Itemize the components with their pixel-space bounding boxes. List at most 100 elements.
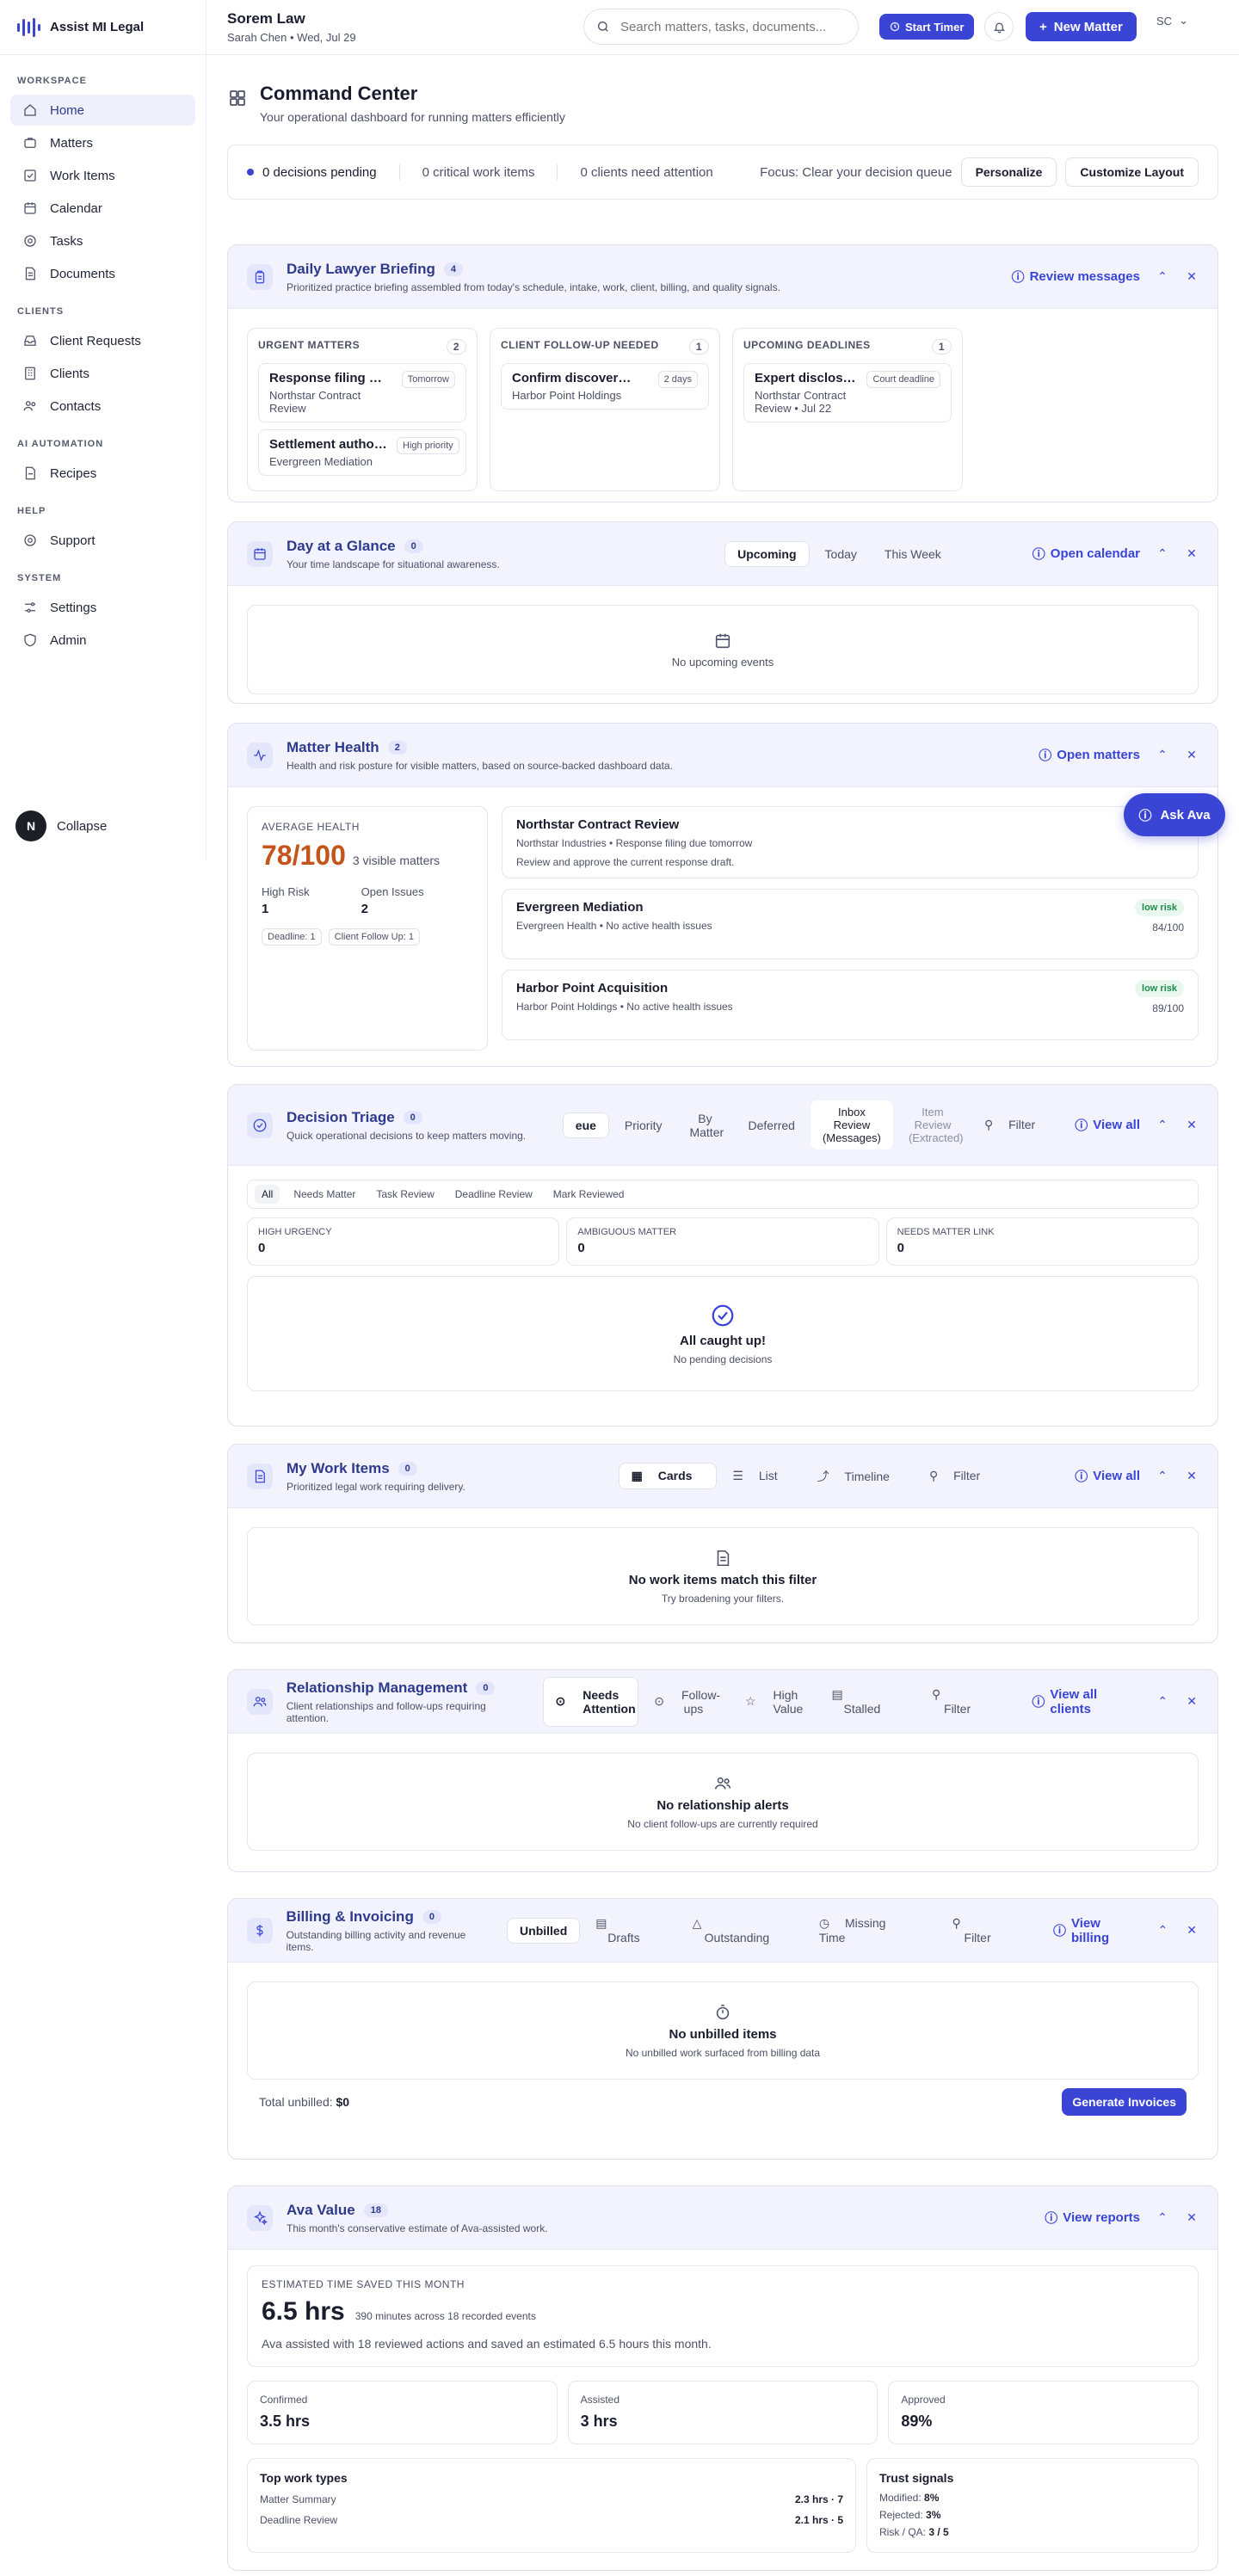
work-title[interactable]: My Work Items [287, 1460, 390, 1477]
close-icon[interactable]: ✕ [1185, 546, 1199, 561]
relations-title[interactable]: Relationship Management [287, 1679, 468, 1697]
open-calendar-label: Open calendar [1050, 546, 1140, 561]
view-all-clients-link[interactable]: ⓘ View all clients [1032, 1687, 1140, 1716]
briefing-item[interactable]: Settlement authority Evergreen Mediation H… [258, 429, 466, 476]
personalize-button[interactable]: Personalize [960, 157, 1057, 187]
glance-title[interactable]: Day at a Glance [287, 538, 396, 555]
calendar-icon [715, 633, 730, 648]
subtab-deadline-review[interactable]: Deadline Review [448, 1185, 539, 1204]
filter-button[interactable]: ⚲ Filter [940, 1911, 1026, 1950]
matter-row[interactable]: Harbor Point Acquisition Harbor Point Hol… [502, 970, 1199, 1040]
close-icon[interactable]: ✕ [1185, 1923, 1199, 1938]
tab-upcoming[interactable]: Upcoming [724, 540, 810, 567]
chevron-up-icon[interactable]: ⌃ [1156, 546, 1169, 561]
view-reports-link[interactable]: ⓘ View reports [1045, 2209, 1140, 2227]
chevron-up-icon[interactable]: ⌃ [1156, 1694, 1169, 1709]
sidebar-item-work-items[interactable]: Work Items [10, 160, 195, 191]
tab-by-matter[interactable]: By Matter [677, 1106, 732, 1144]
briefing-title[interactable]: Daily Lawyer Briefing [287, 261, 435, 278]
collapse-button[interactable]: N Collapse [15, 810, 107, 841]
briefing-item[interactable]: Confirm discovery schedule Harbor Point H… [501, 363, 709, 410]
chevron-up-icon[interactable]: ⌃ [1156, 1923, 1170, 1938]
close-icon[interactable]: ✕ [1185, 269, 1199, 284]
user-menu[interactable]: SC ⌄ [1156, 14, 1188, 28]
filter-button[interactable]: ⚲ Filter [972, 1112, 1059, 1137]
subtab-mark-reviewed[interactable]: Mark Reviewed [546, 1185, 632, 1204]
customize-layout-button[interactable]: Customize Layout [1065, 157, 1199, 187]
matter-row[interactable]: Northstar Contract Review Northstar Indu… [502, 806, 1199, 878]
notifications-button[interactable] [984, 12, 1014, 41]
tab-cards[interactable]: ▦ Cards [618, 1463, 718, 1489]
close-icon[interactable]: ✕ [1185, 1694, 1199, 1709]
view-billing-link[interactable]: ⓘ View billing [1053, 1916, 1141, 1945]
tab-unbilled[interactable]: Unbilled [507, 1917, 581, 1944]
tab-queue[interactable]: eue [562, 1112, 609, 1138]
ask-ava-button[interactable]: ⓘ Ask Ava [1124, 793, 1225, 836]
start-timer-button[interactable]: Start Timer [879, 14, 975, 40]
sidebar-item-admin[interactable]: Admin [10, 625, 195, 656]
tab-missing-time[interactable]: ◷ Missing Time [807, 1911, 937, 1950]
tab-item-review[interactable]: Item Review (Extracted) [897, 1100, 969, 1149]
tab-this-week[interactable]: This Week [872, 542, 953, 566]
sidebar-item-documents[interactable]: Documents [10, 258, 195, 289]
tab-follow-ups[interactable]: ⊙ Follow-ups [642, 1678, 730, 1726]
view-all-link[interactable]: ⓘ View all [1075, 1467, 1140, 1485]
deadline-chip[interactable]: Deadline: 1 [262, 928, 322, 946]
triage-title[interactable]: Decision Triage [287, 1109, 395, 1126]
generate-invoices-button[interactable]: Generate Invoices [1062, 2088, 1187, 2116]
briefing-item[interactable]: Expert disclosure Northstar Contract Revi… [743, 363, 952, 422]
sidebar-item-matters[interactable]: Matters [10, 127, 195, 158]
health-title[interactable]: Matter Health [287, 739, 379, 756]
tab-timeline[interactable]: ⤴ Timeline [805, 1463, 914, 1490]
tab-today[interactable]: Today [813, 542, 869, 566]
chevron-up-icon[interactable]: ⌃ [1156, 269, 1169, 284]
tab-deferred[interactable]: Deferred [736, 1113, 806, 1137]
sidebar-item-clients[interactable]: Clients [10, 358, 195, 389]
tab-inbox-review[interactable]: Inbox Review (Messages) [810, 1100, 893, 1149]
app-logo[interactable]: Assist MI Legal [0, 0, 206, 55]
filter-button[interactable]: ⚲ Filter [917, 1464, 1004, 1488]
column-count: 1 [688, 339, 709, 354]
client-followup-chip[interactable]: Client Follow Up: 1 [328, 928, 420, 946]
chevron-up-icon[interactable]: ⌃ [1156, 2210, 1169, 2225]
filter-button[interactable]: ⚲ Filter [920, 1682, 1004, 1721]
briefing-item[interactable]: Response filing due tomorrow Northstar Co… [258, 363, 466, 422]
review-messages-link[interactable]: ⓘ Review messages [1012, 268, 1140, 286]
close-icon[interactable]: ✕ [1185, 2210, 1199, 2225]
sidebar-item-contacts[interactable]: Contacts [10, 391, 195, 422]
subtab-task-review[interactable]: Task Review [369, 1185, 441, 1204]
new-matter-button[interactable]: + New Matter [1026, 12, 1137, 41]
close-icon[interactable]: ✕ [1185, 1118, 1199, 1132]
sidebar-item-recipes[interactable]: Recipes [10, 458, 195, 489]
sidebar-item-calendar[interactable]: Calendar [10, 193, 195, 224]
tab-priority[interactable]: Priority [613, 1113, 675, 1137]
tab-high-value[interactable]: ☆ High Value [733, 1678, 817, 1726]
sidebar-item-client-requests[interactable]: Client Requests [10, 325, 195, 356]
tab-needs-attention[interactable]: ⊙ Needs Attention [542, 1676, 639, 1727]
tab-outstanding[interactable]: △ Outstanding [681, 1911, 804, 1950]
open-calendar-link[interactable]: ⓘ Open calendar [1032, 545, 1140, 563]
close-icon[interactable]: ✕ [1185, 748, 1199, 762]
chevron-up-icon[interactable]: ⌃ [1156, 1469, 1169, 1483]
tab-stalled[interactable]: ▤ Stalled [820, 1682, 916, 1721]
open-matters-link[interactable]: ⓘ Open matters [1039, 746, 1140, 764]
ava-title[interactable]: Ava Value [287, 2202, 355, 2219]
subtab-all[interactable]: All [255, 1185, 280, 1204]
tab-list[interactable]: ☰ List [720, 1464, 801, 1488]
close-icon[interactable]: ✕ [1185, 1469, 1199, 1483]
chevron-up-icon[interactable]: ⌃ [1156, 748, 1169, 762]
search-input[interactable] [620, 19, 846, 34]
chevron-up-icon[interactable]: ⌃ [1156, 1118, 1169, 1132]
matter-row[interactable]: Evergreen Mediation Evergreen Health • No… [502, 889, 1199, 959]
sidebar-item-support[interactable]: Support [10, 525, 195, 556]
tab-drafts[interactable]: ▤ Drafts [583, 1911, 676, 1950]
sidebar-item-settings[interactable]: Settings [10, 592, 195, 623]
search-bar[interactable] [583, 9, 859, 45]
item-title: Expert disclosure [755, 371, 858, 385]
billing-title[interactable]: Billing & Invoicing [287, 1908, 414, 1926]
subtab-needs-matter[interactable]: Needs Matter [287, 1185, 362, 1204]
view-all-link[interactable]: ⓘ View all [1075, 1116, 1140, 1134]
sidebar-item-home[interactable]: Home [10, 95, 195, 126]
bell-icon [993, 22, 1005, 33]
sidebar-item-tasks[interactable]: Tasks [10, 225, 195, 256]
